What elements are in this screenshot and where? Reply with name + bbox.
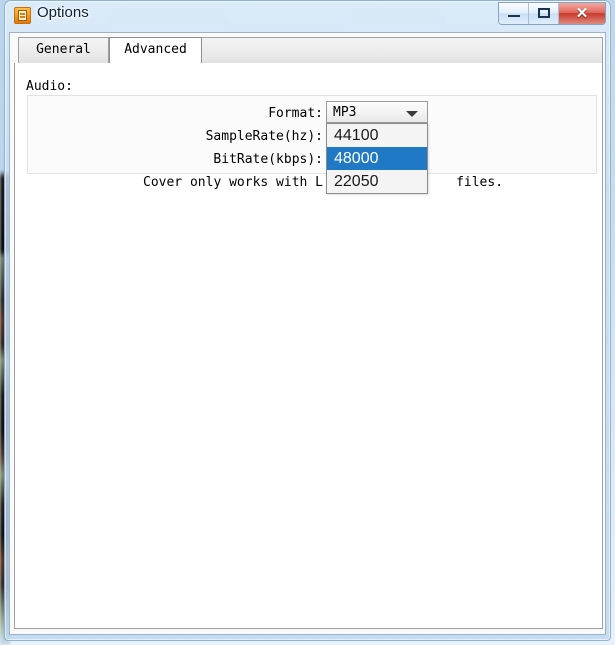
minimize-button[interactable] (499, 3, 529, 24)
window-controls: ✕ (498, 2, 606, 25)
dropdown-option-selected[interactable]: 48000 (327, 147, 427, 170)
tab-strip: General Advanced (14, 37, 603, 64)
close-icon: ✕ (575, 5, 589, 22)
audio-group-label: Audio: (26, 79, 73, 94)
maximize-icon (538, 8, 550, 18)
samplerate-label: SampleRate(hz): (205, 129, 323, 144)
format-dropdown-list[interactable]: 44100 48000 22050 (326, 123, 428, 194)
title-bar[interactable]: Options ✕ (4, 0, 611, 32)
dropdown-option[interactable]: 22050 (327, 170, 427, 193)
app-icon (14, 7, 31, 24)
format-label: Format: (268, 106, 323, 121)
tab-advanced[interactable]: Advanced (109, 37, 202, 64)
bitrate-label: BitRate(kbps): (213, 152, 323, 167)
dropdown-option[interactable]: 44100 (327, 124, 427, 147)
tab-strip-filler (202, 37, 603, 63)
format-combobox-value: MP3 (333, 105, 357, 120)
minimize-icon (508, 15, 520, 17)
close-button[interactable]: ✕ (559, 3, 605, 24)
dialog-client-area: General Advanced Audio: Format: SampleRa… (9, 32, 606, 635)
cover-note-text: Cover only works with L files. (143, 175, 504, 190)
tab-general[interactable]: General (18, 37, 109, 63)
options-window: Options ✕ General Advanced Audio: Format… (4, 0, 611, 641)
window-title: Options (37, 4, 89, 21)
format-combobox[interactable]: MP3 (326, 101, 428, 123)
maximize-button[interactable] (529, 3, 559, 24)
chevron-down-icon[interactable] (406, 111, 418, 117)
